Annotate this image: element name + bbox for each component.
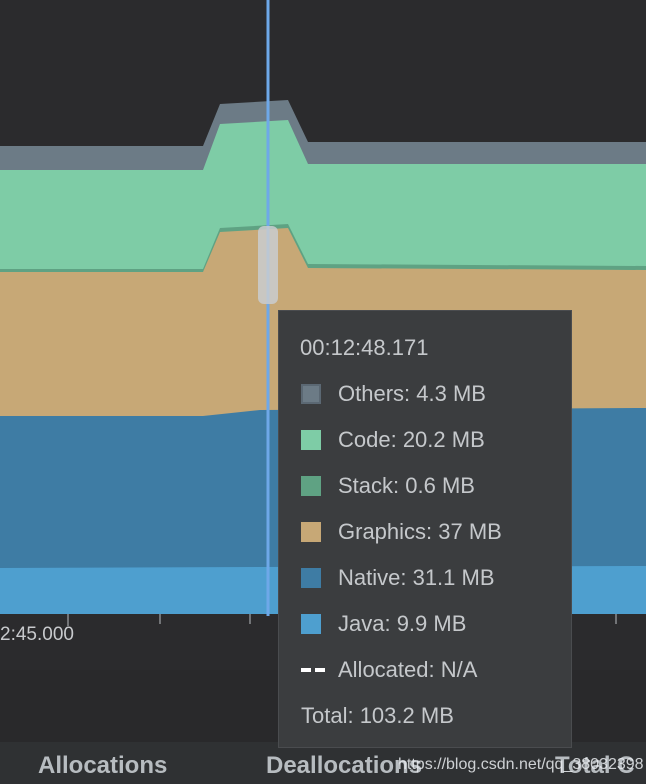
tooltip-row-label: Code: 20.2 MB bbox=[338, 427, 485, 452]
tooltip-row-label: Graphics: 37 MB bbox=[338, 519, 502, 544]
tooltip-row-stack: Stack: 0.6 MB bbox=[301, 473, 475, 499]
native-swatch bbox=[301, 568, 321, 588]
tooltip-row-code: Code: 20.2 MB bbox=[301, 427, 485, 453]
dashed-line-icon bbox=[301, 660, 325, 680]
tooltip-row-label: Others: 4.3 MB bbox=[338, 381, 486, 406]
others-swatch bbox=[301, 384, 321, 404]
tooltip-row-label: Stack: 0.6 MB bbox=[338, 473, 475, 498]
tooltip-row-label: Native: 31.1 MB bbox=[338, 565, 495, 590]
code-swatch bbox=[301, 430, 321, 450]
graphics-swatch bbox=[301, 522, 321, 542]
tooltip-row-allocated: Allocated: N/A bbox=[301, 657, 477, 683]
tooltip-row-label: Allocated: N/A bbox=[338, 657, 478, 682]
tooltip-timestamp: 00:12:48.171 bbox=[300, 335, 429, 360]
tooltip-total: Total: 103.2 MB bbox=[301, 703, 454, 728]
cursor-handle[interactable] bbox=[258, 226, 278, 304]
tooltip-row-native: Native: 31.1 MB bbox=[301, 565, 495, 591]
memory-tooltip: 00:12:48.171 Others: 4.3 MB Code: 20.2 M… bbox=[278, 310, 572, 748]
tooltip-row-label: Java: 9.9 MB bbox=[338, 611, 467, 636]
axis-tick-label: 2:45.000 bbox=[0, 624, 74, 645]
stack-swatch bbox=[301, 476, 321, 496]
tooltip-row-others: Others: 4.3 MB bbox=[301, 381, 486, 407]
column-header-allocations[interactable]: Allocations bbox=[38, 752, 167, 780]
java-swatch bbox=[301, 614, 321, 634]
watermark: https://blog.csdn.net/qq_38032398 bbox=[398, 756, 644, 773]
tooltip-row-java: Java: 9.9 MB bbox=[301, 611, 466, 637]
tooltip-row-graphics: Graphics: 37 MB bbox=[301, 519, 502, 545]
